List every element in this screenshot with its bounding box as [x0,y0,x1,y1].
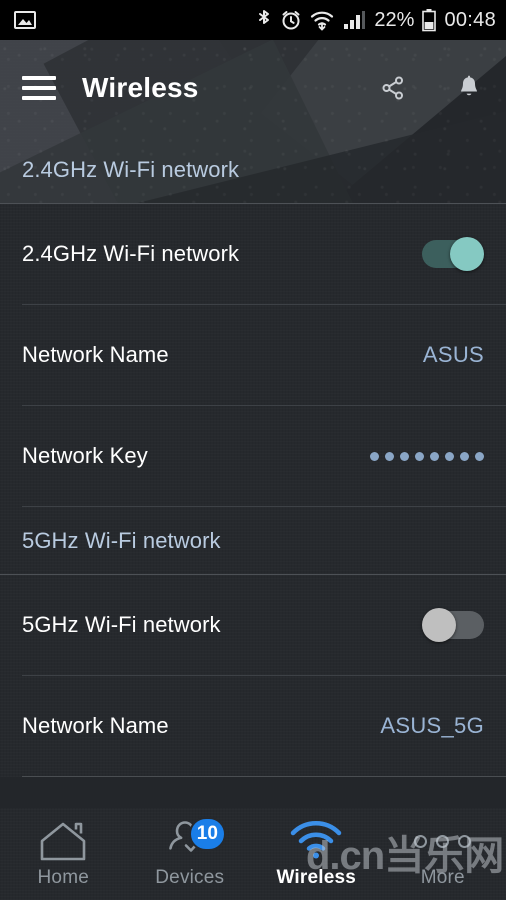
status-bar-right: 22% 00:48 [256,8,496,32]
app-bar-actions [378,73,484,103]
share-icon[interactable] [378,73,408,103]
wifi-icon [287,819,345,863]
status-bar-left [14,10,36,30]
nav-item-devices[interactable]: 10 Devices [127,808,254,900]
nav-label: Home [37,867,89,888]
devices-badge: 10 [188,817,226,851]
alarm-icon [280,9,302,31]
network-key-masked-value [370,451,484,461]
row-24ghz-network-name[interactable]: Network Name ASUS [0,305,506,405]
app-bar: Wireless [0,40,506,136]
section-panel-24ghz: 2.4GHz Wi-Fi network Network Name ASUS N… [0,204,506,574]
status-bar: 22% 00:48 [0,0,506,40]
settings-list: 2.4GHz Wi-Fi network 2.4GHz Wi-Fi networ… [0,136,506,808]
row-5ghz-toggle[interactable]: 5GHz Wi-Fi network [0,575,506,675]
nav-item-wireless[interactable]: Wireless [253,808,380,900]
page-title: Wireless [82,72,199,103]
clock: 00:48 [444,9,496,31]
section-header-5ghz: 5GHz Wi-Fi network [22,527,221,553]
toggle-5ghz-wifi[interactable] [422,608,484,642]
row-label: Network Name [22,713,169,738]
row-24ghz-toggle[interactable]: 2.4GHz Wi-Fi network [0,204,506,304]
nav-label: Wireless [276,867,357,888]
row-label: 2.4GHz Wi-Fi network [22,241,240,266]
hamburger-menu-icon[interactable] [22,76,56,100]
wifi-icon [310,9,334,31]
nav-label: Devices [155,867,225,888]
cellular-signal-icon [342,9,366,31]
section-panel-5ghz: 5GHz Wi-Fi network Network Name ASUS_5G [0,575,506,777]
row-5ghz-network-name[interactable]: Network Name ASUS_5G [0,676,506,776]
battery-icon [422,8,437,32]
nav-item-home[interactable]: Home [0,808,127,900]
section-header-24ghz: 2.4GHz Wi-Fi network [22,156,240,182]
row-label: Network Key [22,443,148,468]
toggle-24ghz-wifi[interactable] [422,237,484,271]
network-name-value: ASUS [422,342,484,367]
bluetooth-icon [256,8,272,32]
more-dots-icon [414,819,472,863]
image-icon [14,10,36,30]
home-icon [36,819,90,863]
bottom-navigation: Home 10 Devices Wireless More [0,808,506,900]
row-label: 5GHz Wi-Fi network [22,612,221,637]
user-check-icon: 10 [163,817,226,863]
row-24ghz-network-key[interactable]: Network Key [0,406,506,506]
nav-label: More [420,867,465,888]
app-screen: 22% 00:48 Wireless 2.4GHz Wi-Fi network … [0,0,506,900]
nav-item-more[interactable]: More [380,808,506,900]
network-name-value: ASUS_5G [380,713,484,738]
row-label: Network Name [22,342,169,367]
divider-inset [22,776,506,777]
battery-percent: 22% [374,9,415,31]
bell-icon[interactable] [454,73,484,103]
